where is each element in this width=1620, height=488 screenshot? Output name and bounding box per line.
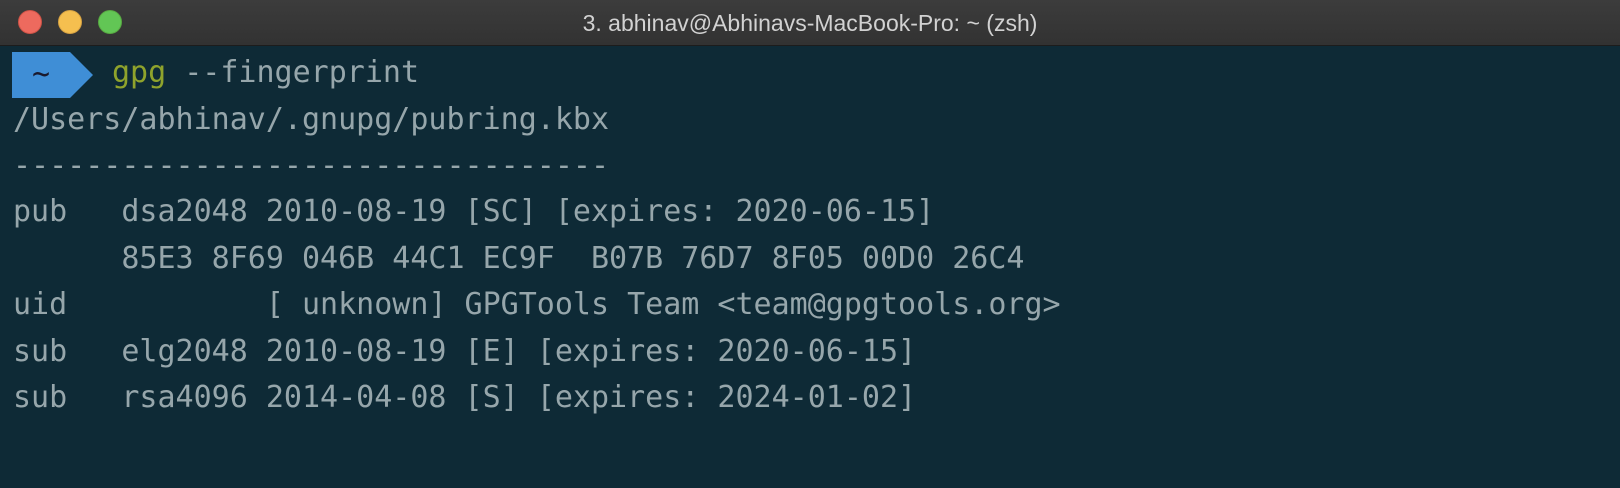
output-line-uid: uid [ unknown] GPGTools Team <team@gpgto…: [13, 287, 1061, 322]
terminal-content[interactable]: ~ gpg --fingerprint /Users/abhinav/.gnup…: [0, 47, 1620, 488]
title-bar[interactable]: 3. abhinav@Abhinavs-MacBook-Pro: ~ (zsh): [0, 0, 1620, 46]
window-title: 3. abhinav@Abhinavs-MacBook-Pro: ~ (zsh): [582, 10, 1038, 36]
prompt-arrow-icon: [70, 52, 93, 98]
separator-line: ---------------------------------: [13, 148, 610, 183]
prompt-line: ~ gpg --fingerprint: [0, 49, 1620, 98]
command-name: gpg: [112, 55, 167, 90]
output-line-sub-rsa: sub rsa4096 2014-04-08 [S] [expires: 202…: [13, 380, 917, 415]
keyring-path: /Users/abhinav/.gnupg/pubring.kbx: [13, 102, 610, 137]
command-text: gpg --fingerprint: [112, 49, 419, 97]
output-line-sub-elg: sub elg2048 2010-08-19 [E] [expires: 202…: [13, 334, 917, 369]
prompt-directory-badge: ~: [12, 52, 70, 98]
output-line-fingerprint: 85E3 8F69 046B 44C1 EC9F B07B 76D7 8F05 …: [13, 241, 1025, 276]
command-args: --fingerprint: [166, 55, 420, 90]
terminal-window: 3. abhinav@Abhinavs-MacBook-Pro: ~ (zsh)…: [0, 0, 1620, 488]
output-line-pub: pub dsa2048 2010-08-19 [SC] [expires: 20…: [13, 194, 935, 229]
